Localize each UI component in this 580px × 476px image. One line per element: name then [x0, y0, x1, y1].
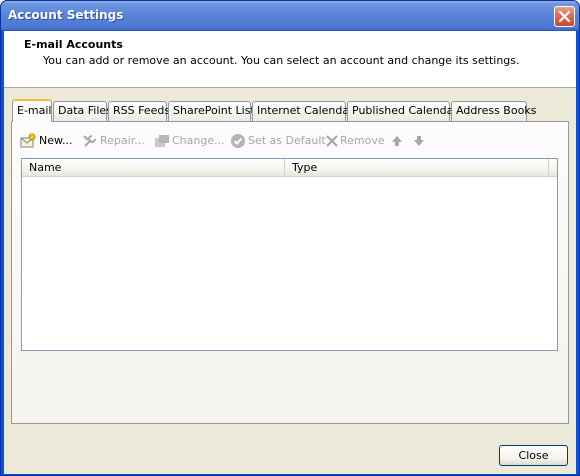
window-title: Account Settings [8, 8, 124, 22]
tab-data-files[interactable]: Data Files [53, 101, 112, 121]
move-up-button[interactable] [391, 132, 405, 152]
tab-published-calendars[interactable]: Published Calendars [347, 101, 464, 121]
email-tab-panel: New... Repair... Change... Set as Defaul… [11, 121, 569, 424]
title-bar[interactable]: Account Settings [1, 1, 579, 31]
arrow-up-icon [392, 136, 402, 146]
tab-internet-calendars[interactable]: Internet Calendars [252, 101, 359, 121]
change-button[interactable]: Change... [154, 132, 225, 152]
new-account-icon [20, 133, 36, 148]
list-header: Name Type [22, 159, 557, 177]
set-default-button-label: Set as Default [248, 134, 326, 147]
tab-address-books[interactable]: Address Books [451, 101, 536, 121]
remove-button-label: Remove [340, 134, 385, 147]
repair-button-label: Repair... [100, 134, 145, 147]
tab-sharepoint-lists[interactable]: SharePoint Lists [168, 101, 261, 121]
repair-button[interactable]: Repair... [82, 132, 146, 152]
account-settings-window: Account Settings E-mail Accounts You can… [0, 0, 580, 476]
remove-button[interactable]: Remove [324, 132, 385, 152]
header-panel: E-mail Accounts You can add or remove an… [4, 31, 576, 88]
new-button-label: New... [39, 134, 73, 147]
header-title: E-mail Accounts [24, 38, 123, 51]
tab-rss-feeds[interactable]: RSS Feeds [108, 101, 170, 121]
set-default-button[interactable]: Set as Default [230, 132, 326, 152]
change-icon [155, 135, 169, 147]
dialog-client-area: E-mail Accounts You can add or remove an… [4, 31, 576, 474]
change-button-label: Change... [172, 134, 225, 147]
header-description: You can add or remove an account. You ca… [43, 54, 520, 67]
checkmark-icon [231, 134, 245, 148]
close-button[interactable]: Close [499, 445, 568, 466]
move-down-button[interactable] [413, 132, 427, 152]
column-header-type[interactable]: Type [285, 159, 549, 177]
tab-email[interactable]: E-mail [12, 99, 52, 122]
column-header-name[interactable]: Name [22, 159, 285, 177]
account-list[interactable]: Name Type [21, 158, 558, 351]
window-close-button[interactable] [554, 6, 575, 27]
close-icon [558, 10, 571, 23]
remove-x-icon [326, 135, 338, 147]
new-button[interactable]: New... [20, 132, 75, 152]
wrench-icon [83, 135, 96, 147]
arrow-down-icon [414, 136, 424, 146]
